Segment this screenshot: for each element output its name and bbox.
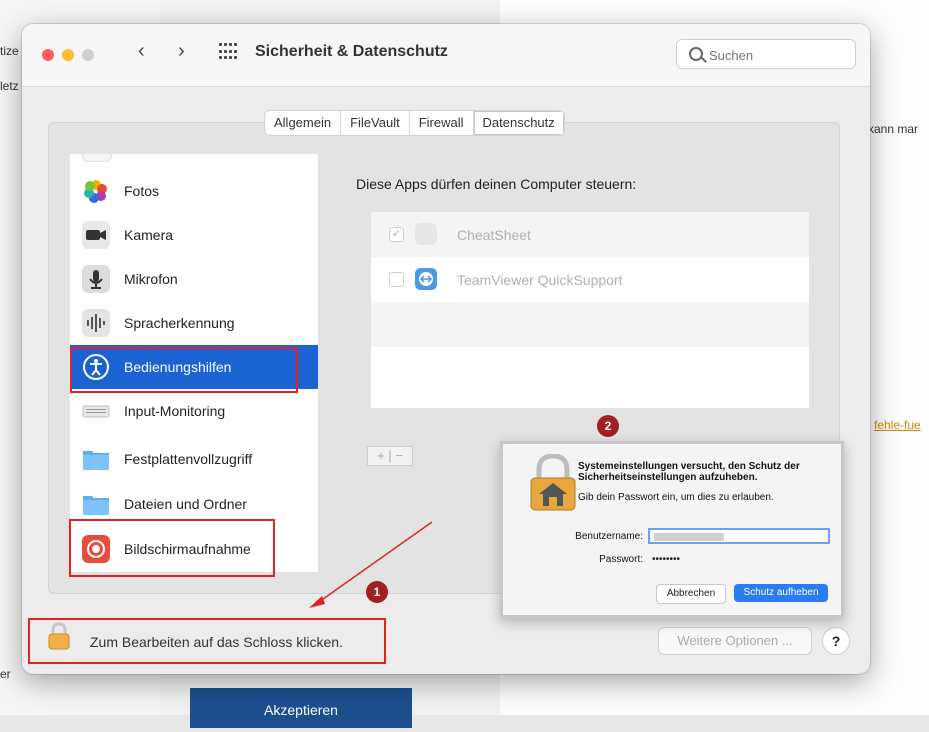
background-link[interactable]: fehle-fue bbox=[874, 418, 921, 432]
sidebar-item-label: Dateien und Ordner bbox=[124, 496, 247, 512]
background-text: letz bbox=[0, 79, 19, 93]
tab-bar: Allgemein FileVault Firewall Datenschutz bbox=[264, 110, 565, 136]
close-window-button[interactable] bbox=[42, 49, 54, 61]
background-text: kann mar bbox=[868, 122, 919, 136]
dialog-subtitle: Gib dein Passwort ein, um dies zu erlaub… bbox=[578, 492, 774, 503]
show-all-icon[interactable] bbox=[219, 43, 237, 61]
add-remove-label[interactable]: + | − bbox=[368, 447, 412, 465]
speech-recognition-icon bbox=[82, 309, 110, 337]
tab-firewall[interactable]: Firewall bbox=[410, 111, 474, 135]
authentication-dialog: Systemeinstellungen versucht, den Schutz… bbox=[500, 441, 844, 618]
panel-title: Diese Apps dürfen deinen Computer steuer… bbox=[356, 176, 637, 192]
sidebar-item-kamera[interactable]: Kamera bbox=[70, 213, 318, 257]
window-title: Sicherheit & Datenschutz bbox=[255, 43, 448, 60]
teamviewer-icon bbox=[415, 268, 437, 290]
search-field[interactable] bbox=[676, 39, 856, 69]
tab-allgemein[interactable]: Allgemein bbox=[265, 111, 342, 135]
sidebar-item-label: Mikrofon bbox=[124, 271, 178, 287]
tab-datenschutz[interactable]: Datenschutz bbox=[473, 111, 564, 135]
step-badge-1: 1 bbox=[366, 581, 388, 603]
folder-icon bbox=[83, 496, 109, 515]
zoom-window-button[interactable] bbox=[82, 49, 94, 61]
app-row-cheatsheet[interactable]: ✓ CheatSheet bbox=[371, 212, 809, 257]
search-icon bbox=[689, 47, 703, 61]
step-badge-2: 2 bbox=[597, 415, 619, 437]
highlight-bildschirmaufnahme bbox=[69, 519, 275, 577]
app-row-teamviewer[interactable]: TeamViewer QuickSupport bbox=[371, 257, 809, 302]
microphone-icon bbox=[82, 265, 110, 293]
username-field[interactable] bbox=[648, 528, 830, 544]
forward-button[interactable]: › bbox=[178, 40, 185, 63]
sidebar-item-label: Fotos bbox=[124, 183, 160, 199]
more-options-button[interactable]: Weitere Optionen ... bbox=[658, 627, 812, 655]
add-remove-control[interactable]: + | − bbox=[367, 446, 413, 466]
back-button[interactable]: ‹ bbox=[138, 40, 145, 63]
search-input[interactable] bbox=[707, 45, 851, 65]
help-button[interactable]: ? bbox=[822, 627, 850, 655]
keyboard-icon bbox=[82, 405, 110, 418]
app-checkbox[interactable] bbox=[389, 272, 404, 287]
unlock-button[interactable]: Schutz aufheben bbox=[734, 584, 828, 602]
apps-list: ✓ CheatSheet TeamViewer QuickSupport bbox=[371, 212, 809, 408]
sidebar-item-label: Festplattenvollzugriff bbox=[124, 451, 253, 467]
sidebar-item-label: Kamera bbox=[124, 227, 174, 243]
highlight-lock bbox=[28, 618, 386, 664]
sidebar-item-spracherkennung[interactable]: Spracherkennung bbox=[70, 301, 318, 345]
app-name: CheatSheet bbox=[457, 227, 531, 243]
sidebar-item-label: Spracherkennung bbox=[124, 315, 235, 331]
password-field[interactable]: •••••••• bbox=[648, 552, 830, 568]
dialog-title: Systemeinstellungen versucht, den Schutz… bbox=[578, 461, 800, 483]
partial-list-item-icon bbox=[82, 154, 112, 162]
background-text: tize bbox=[0, 44, 19, 58]
tab-filevault[interactable]: FileVault bbox=[341, 111, 410, 135]
folder-icon bbox=[83, 451, 109, 470]
password-label: Passwort: bbox=[599, 554, 643, 565]
sidebar-item-label: Input-Monitoring bbox=[124, 403, 226, 419]
background-text: er bbox=[0, 667, 11, 681]
photos-icon bbox=[84, 180, 107, 203]
redacted-username bbox=[654, 533, 724, 541]
title-bar: ‹ › Sicherheit & Datenschutz bbox=[22, 24, 870, 87]
sidebar-item-mikrofon[interactable]: Mikrofon bbox=[70, 257, 318, 301]
highlight-bedienungshilfen bbox=[70, 347, 298, 393]
cancel-button[interactable]: Abbrechen bbox=[656, 584, 726, 604]
app-name: TeamViewer QuickSupport bbox=[457, 272, 623, 288]
sidebar-item-input-monitoring[interactable]: Input-Monitoring bbox=[70, 389, 318, 433]
app-checkbox-checked[interactable]: ✓ bbox=[389, 227, 404, 242]
minimize-window-button[interactable] bbox=[62, 49, 74, 61]
app-row-empty bbox=[371, 302, 809, 347]
cheatsheet-icon bbox=[415, 223, 437, 245]
accept-button[interactable]: Akzeptieren bbox=[190, 688, 412, 728]
sidebar-item-festplattenvollzugriff[interactable]: Festplattenvollzugriff bbox=[70, 437, 318, 481]
app-row-empty bbox=[371, 347, 809, 392]
sidebar-item-fotos[interactable]: Fotos bbox=[70, 169, 318, 213]
padlock-house-icon bbox=[530, 454, 576, 511]
username-label: Benutzername: bbox=[575, 531, 643, 542]
camera-icon bbox=[82, 221, 110, 249]
